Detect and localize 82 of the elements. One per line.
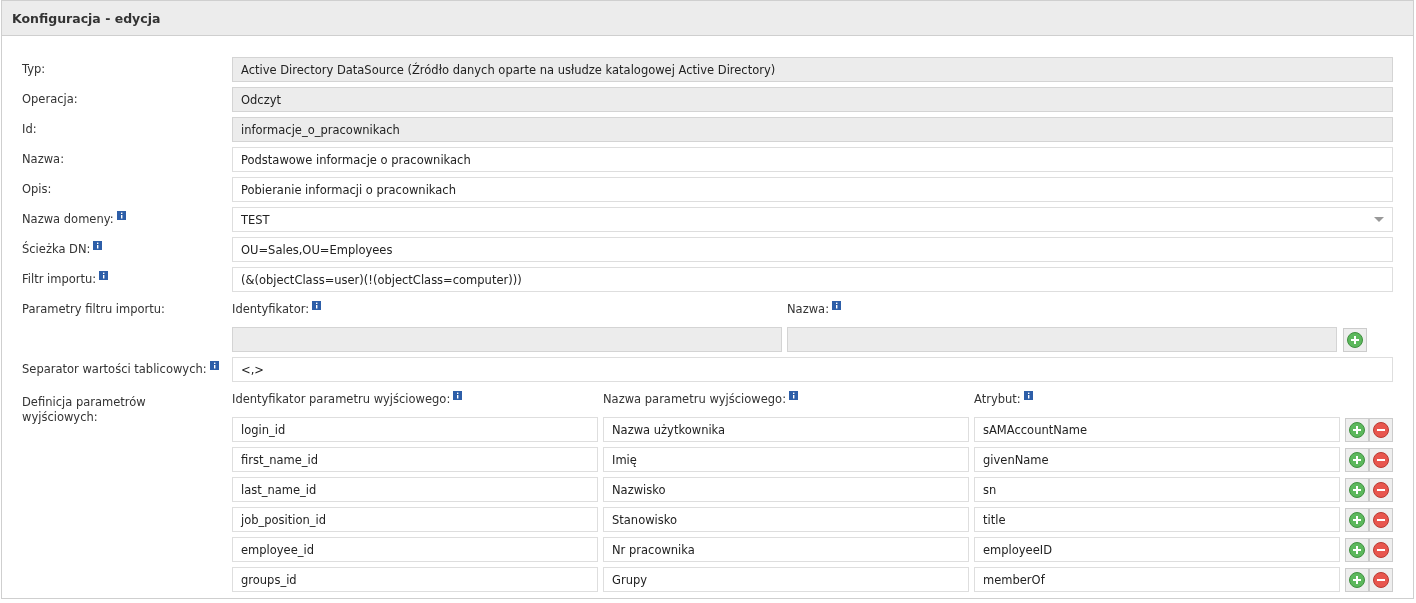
info-icon[interactable] [453, 391, 463, 400]
field-label: Nazwa: [22, 152, 64, 167]
field-label: Operacja: [22, 92, 78, 107]
info-icon[interactable] [116, 211, 126, 220]
add-button[interactable] [1345, 507, 1369, 532]
input-field[interactable]: OU=Sales,OU=Employees [232, 237, 1393, 262]
plus-icon [1347, 331, 1363, 348]
plus-icon [1349, 481, 1365, 498]
info-icon[interactable] [209, 361, 219, 370]
field-label: Parametry filtru importu: [22, 302, 165, 317]
input-field[interactable]: Pobieranie informacji o pracownikach [232, 177, 1393, 202]
input-field[interactable]: informacje_o_pracownikach [232, 117, 1393, 142]
plus-icon [1349, 511, 1365, 528]
field-label: Opis: [22, 182, 52, 197]
plus-icon [1349, 571, 1365, 588]
input-field[interactable]: employee_id [232, 537, 598, 562]
input-field[interactable] [232, 327, 782, 352]
add-button[interactable] [1343, 327, 1367, 352]
minus-icon [1373, 451, 1389, 468]
input-field[interactable]: givenName [974, 447, 1340, 472]
remove-button[interactable] [1369, 477, 1393, 502]
select-field[interactable]: TEST [232, 207, 1393, 232]
input-field[interactable]: Podstawowe informacje o pracownikach [232, 147, 1393, 172]
input-field[interactable]: login_id [232, 417, 598, 442]
input-field[interactable]: sAMAccountName [974, 417, 1340, 442]
input-field[interactable]: title [974, 507, 1340, 532]
input-field[interactable]: Nazwa użytkownika [603, 417, 969, 442]
field-label: Typ: [22, 62, 46, 77]
remove-button[interactable] [1369, 447, 1393, 472]
plus-icon [1349, 541, 1365, 558]
input-field[interactable] [787, 327, 1337, 352]
input-field[interactable]: memberOf [974, 567, 1340, 592]
remove-button[interactable] [1369, 507, 1393, 532]
remove-button[interactable] [1369, 417, 1393, 442]
input-field[interactable]: Imię [603, 447, 969, 472]
remove-button[interactable] [1369, 567, 1393, 592]
column-label: Atrybut: [974, 392, 1021, 407]
input-field[interactable]: Odczyt [232, 87, 1393, 112]
input-field[interactable]: (&(objectClass=user)(!(objectClass=computer))) [232, 267, 1393, 292]
minus-icon [1373, 571, 1389, 588]
add-button[interactable] [1345, 567, 1369, 592]
input-field[interactable]: <,> [232, 357, 1393, 382]
field-label: Nazwa domeny: [22, 212, 114, 227]
info-icon[interactable] [1023, 391, 1033, 400]
add-button[interactable] [1345, 447, 1369, 472]
plus-icon [1349, 451, 1365, 468]
add-button[interactable] [1345, 537, 1369, 562]
remove-button[interactable] [1369, 537, 1393, 562]
column-label: Identyfikator: [232, 302, 310, 317]
input-field[interactable]: Nazwisko [603, 477, 969, 502]
add-button[interactable] [1345, 477, 1369, 502]
input-field[interactable]: employeeID [974, 537, 1340, 562]
minus-icon [1373, 481, 1389, 498]
minus-icon [1373, 511, 1389, 528]
minus-icon [1373, 421, 1389, 438]
info-icon[interactable] [832, 301, 841, 310]
info-icon[interactable] [93, 241, 103, 250]
caret-icon [1374, 217, 1384, 222]
column-label: Nazwa parametru wyjściowego: [603, 392, 787, 407]
input-field[interactable]: last_name_id [232, 477, 598, 502]
column-label: Identyfikator parametru wyjściowego: [232, 392, 451, 407]
input-field[interactable]: Grupy [603, 567, 969, 592]
field-label: Definicja parametrów wyjściowych: [22, 395, 147, 425]
add-button[interactable] [1345, 417, 1369, 442]
input-field[interactable]: job_position_id [232, 507, 598, 532]
info-icon[interactable] [312, 301, 322, 310]
info-icon[interactable] [99, 271, 109, 280]
minus-icon [1373, 541, 1389, 558]
info-icon[interactable] [789, 391, 799, 400]
column-label: Nazwa: [787, 302, 829, 317]
field-label: Filtr importu: [22, 272, 97, 287]
input-field[interactable]: first_name_id [232, 447, 598, 472]
field-label: Ścieżka DN: [22, 242, 91, 257]
plus-icon [1349, 421, 1365, 438]
input-field[interactable]: Stanowisko [603, 507, 969, 532]
input-field[interactable]: sn [974, 477, 1340, 502]
panel-title: Konfiguracja - edycja [12, 10, 161, 26]
input-field[interactable]: groups_id [232, 567, 598, 592]
input-field[interactable]: Active Directory DataSource (Źródło danych oparte na usłudze katalogowej Active Directory) [232, 57, 1393, 82]
field-label: Separator wartości tablicowych: [22, 362, 207, 377]
field-label: Id: [22, 122, 37, 137]
input-field[interactable]: Nr pracownika [603, 537, 969, 562]
